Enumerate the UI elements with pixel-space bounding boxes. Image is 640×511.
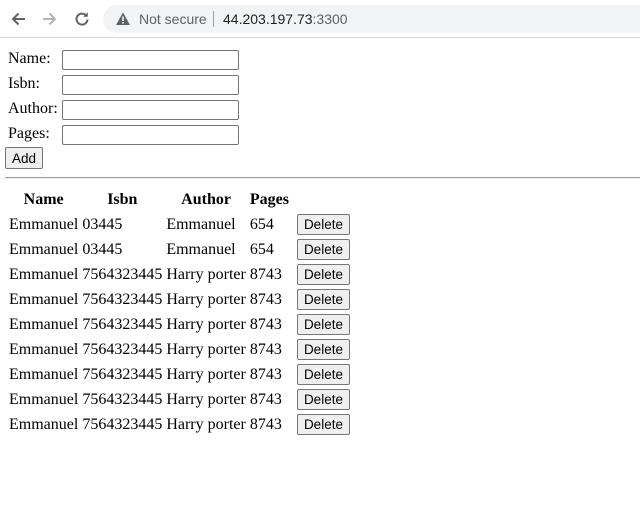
cell-name: Emmanuel (9, 290, 79, 308)
cell-action: Delete (292, 288, 351, 311)
isbn-input[interactable] (62, 75, 239, 95)
header-action (292, 188, 351, 211)
cell-action: Delete (292, 413, 351, 436)
delete-button[interactable]: Delete (296, 239, 350, 260)
table-row: Emmanuel 7564323445 Harry porter 8743 Delete (8, 363, 351, 386)
table-body: Emmanuel 03445 Emmanuel 654 Delete Emmanuel 03… (8, 213, 351, 436)
table-row: Emmanuel 7564323445 Harry porter 8743 Delete (8, 313, 351, 336)
cell-action: Delete (292, 263, 351, 286)
author-label: Author: (8, 100, 58, 117)
pages-input[interactable] (62, 125, 239, 145)
cell-pages: 654 (249, 215, 274, 233)
cell-name: Emmanuel (9, 315, 79, 333)
address-bar[interactable]: Not secure 44.203.197.73:3300 (103, 5, 640, 33)
url-host: 44.203.197.73 (223, 11, 313, 27)
cell-author: Emmanuel (166, 240, 236, 258)
cell-isbn: 7564323445 (82, 415, 163, 433)
table-row: Emmanuel 03445 Emmanuel 654 Delete (8, 213, 351, 236)
back-arrow-icon[interactable] (7, 8, 29, 30)
cell-name: Emmanuel (9, 340, 79, 358)
cell-isbn: 7564323445 (82, 365, 163, 383)
cell-pages: 8743 (249, 265, 282, 283)
delete-button[interactable]: Delete (296, 389, 350, 410)
reload-icon[interactable] (71, 8, 93, 30)
cell-name: Emmanuel (9, 365, 79, 383)
cell-isbn: 7564323445 (82, 390, 163, 408)
delete-button[interactable]: Delete (296, 264, 350, 285)
cell-isbn: 03445 (82, 215, 123, 233)
cell-isbn: 7564323445 (82, 290, 163, 308)
author-input[interactable] (62, 100, 239, 120)
delete-button[interactable]: Delete (296, 339, 350, 360)
divider (5, 177, 640, 179)
table-header-row: Name Isbn Author Pages (8, 188, 351, 211)
cell-action: Delete (292, 313, 351, 336)
cell-action: Delete (292, 388, 351, 411)
delete-button[interactable]: Delete (296, 364, 350, 385)
delete-button[interactable]: Delete (296, 289, 350, 310)
cell-action: Delete (292, 338, 351, 361)
cell-isbn: 7564323445 (82, 315, 163, 333)
delete-button[interactable]: Delete (296, 414, 350, 435)
security-status-label[interactable]: Not secure (139, 10, 207, 28)
cell-name: Emmanuel (9, 390, 79, 408)
cell-author: Emmanuel (166, 215, 236, 233)
cell-pages: 8743 (249, 390, 282, 408)
add-button[interactable]: Add (5, 147, 44, 169)
cell-name: Emmanuel (9, 215, 79, 233)
cell-name: Emmanuel (9, 265, 79, 283)
cell-author: Harry porter (166, 290, 246, 308)
address-separator (213, 11, 214, 27)
url-port: :3300 (312, 11, 348, 27)
table-row: Emmanuel 7564323445 Harry porter 8743 Delete (8, 388, 351, 411)
cell-author: Harry porter (166, 265, 246, 283)
table-row: Emmanuel 7564323445 Harry porter 8743 Delete (8, 263, 351, 286)
cell-pages: 8743 (249, 315, 282, 333)
cell-pages: 8743 (249, 415, 282, 433)
delete-button[interactable]: Delete (296, 214, 350, 235)
books-table: Name Isbn Author Pages Emmanuel 03445 Emma… (6, 186, 353, 438)
cell-pages: 8743 (249, 340, 282, 358)
cell-pages: 654 (249, 240, 274, 258)
cell-action: Delete (292, 238, 351, 261)
header-author: Author (181, 190, 231, 208)
delete-button[interactable]: Delete (296, 314, 350, 335)
cell-author: Harry porter (166, 390, 246, 408)
table-row: Emmanuel 7564323445 Harry porter 8743 Delete (8, 413, 351, 436)
pages-label: Pages: (8, 125, 50, 142)
cell-pages: 8743 (249, 290, 282, 308)
cell-author: Harry porter (166, 315, 246, 333)
header-name: Name (23, 190, 64, 208)
cell-isbn: 7564323445 (82, 340, 163, 358)
cell-isbn: 7564323445 (82, 265, 163, 283)
cell-pages: 8743 (249, 365, 282, 383)
cell-action: Delete (292, 213, 351, 236)
cell-author: Harry porter (166, 365, 246, 383)
browser-toolbar: Not secure 44.203.197.73:3300 (0, 0, 640, 38)
header-isbn: Isbn (107, 190, 138, 208)
table-row: Emmanuel 7564323445 Harry porter 8743 Delete (8, 338, 351, 361)
cell-isbn: 03445 (82, 240, 123, 258)
table-row: Emmanuel 7564323445 Harry porter 8743 Delete (8, 288, 351, 311)
url-text[interactable]: 44.203.197.73:3300 (223, 10, 348, 28)
cell-author: Harry porter (166, 340, 246, 358)
header-pages: Pages (249, 190, 289, 208)
name-label: Name: (8, 50, 51, 67)
cell-author: Harry porter (166, 415, 246, 433)
cell-name: Emmanuel (9, 240, 79, 258)
table-row: Emmanuel 03445 Emmanuel 654 Delete (8, 238, 351, 261)
forward-arrow-icon[interactable] (39, 8, 61, 30)
name-input[interactable] (62, 50, 239, 70)
cell-name: Emmanuel (9, 415, 79, 433)
cell-action: Delete (292, 363, 351, 386)
isbn-label: Isbn: (8, 75, 40, 92)
warning-triangle-icon[interactable] (115, 11, 131, 27)
